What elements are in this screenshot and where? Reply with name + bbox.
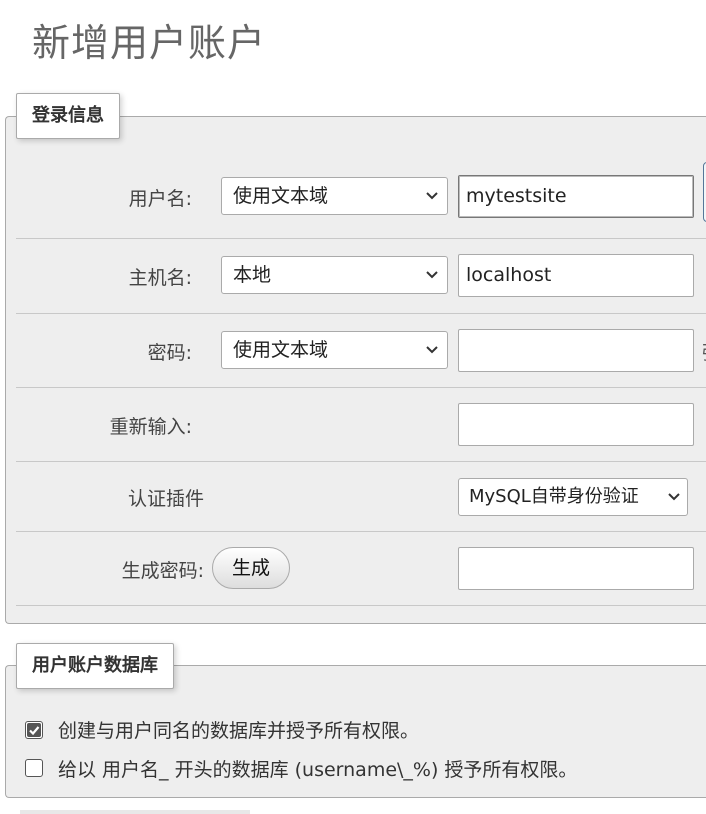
checkmark-icon bbox=[27, 723, 41, 737]
row-divider bbox=[16, 531, 706, 532]
password-type-select-value: 使用文本域 bbox=[233, 339, 329, 361]
row-divider bbox=[16, 313, 706, 314]
generate-password-button[interactable]: 生成 bbox=[212, 547, 290, 589]
hostname-input[interactable]: localhost bbox=[458, 254, 694, 297]
row-divider bbox=[16, 461, 706, 462]
username-input-value: mytestsite bbox=[466, 185, 567, 207]
next-fieldset-edge bbox=[20, 810, 250, 814]
generated-password-input[interactable] bbox=[458, 547, 694, 590]
chevron-down-icon bbox=[426, 271, 438, 279]
row-divider bbox=[16, 387, 706, 388]
hostname-input-value: localhost bbox=[466, 264, 552, 286]
generate-password-label: 生成密码: bbox=[121, 560, 204, 582]
user-database-legend: 用户账户数据库 bbox=[16, 643, 174, 689]
auth-plugin-select[interactable]: MySQL自带身份验证 bbox=[458, 478, 688, 516]
username-label: 用户名: bbox=[128, 188, 192, 210]
create-same-name-db-checkbox[interactable] bbox=[25, 721, 43, 739]
chevron-down-icon bbox=[668, 493, 680, 501]
auth-plugin-label: 认证插件 bbox=[127, 488, 204, 510]
grant-prefix-db-checkbox[interactable] bbox=[25, 759, 43, 777]
reenter-password-label: 重新输入: bbox=[109, 416, 192, 438]
grant-prefix-db-label[interactable]: 给以 用户名_ 开头的数据库 (username\_%) 授予所有权限。 bbox=[58, 755, 577, 782]
username-type-select[interactable]: 使用文本域 bbox=[221, 177, 448, 215]
chevron-down-icon bbox=[426, 192, 438, 200]
login-info-legend: 登录信息 bbox=[16, 93, 120, 139]
row-divider bbox=[16, 605, 706, 606]
password-strength-text: 强 bbox=[702, 338, 706, 365]
username-type-select-value: 使用文本域 bbox=[233, 185, 329, 207]
username-input[interactable]: mytestsite bbox=[458, 175, 694, 218]
page-title: 新增用户账户 bbox=[32, 21, 267, 65]
password-label: 密码: bbox=[147, 342, 192, 364]
row-divider bbox=[16, 238, 706, 239]
hostname-type-select[interactable]: 本地 bbox=[221, 256, 448, 294]
hostname-type-select-value: 本地 bbox=[233, 264, 272, 286]
password-type-select[interactable]: 使用文本域 bbox=[221, 331, 448, 369]
hostname-label: 主机名: bbox=[128, 267, 192, 289]
auth-plugin-select-value: MySQL自带身份验证 bbox=[469, 486, 639, 507]
reenter-password-input[interactable] bbox=[458, 403, 694, 446]
create-same-name-db-label[interactable]: 创建与用户同名的数据库并授予所有权限。 bbox=[58, 716, 419, 743]
chevron-down-icon bbox=[426, 346, 438, 354]
add-user-account-page: 新增用户账户 登录信息 用户名: 使用文本域 mytestsite 主机名: 本… bbox=[0, 0, 706, 814]
password-input[interactable] bbox=[458, 329, 694, 372]
